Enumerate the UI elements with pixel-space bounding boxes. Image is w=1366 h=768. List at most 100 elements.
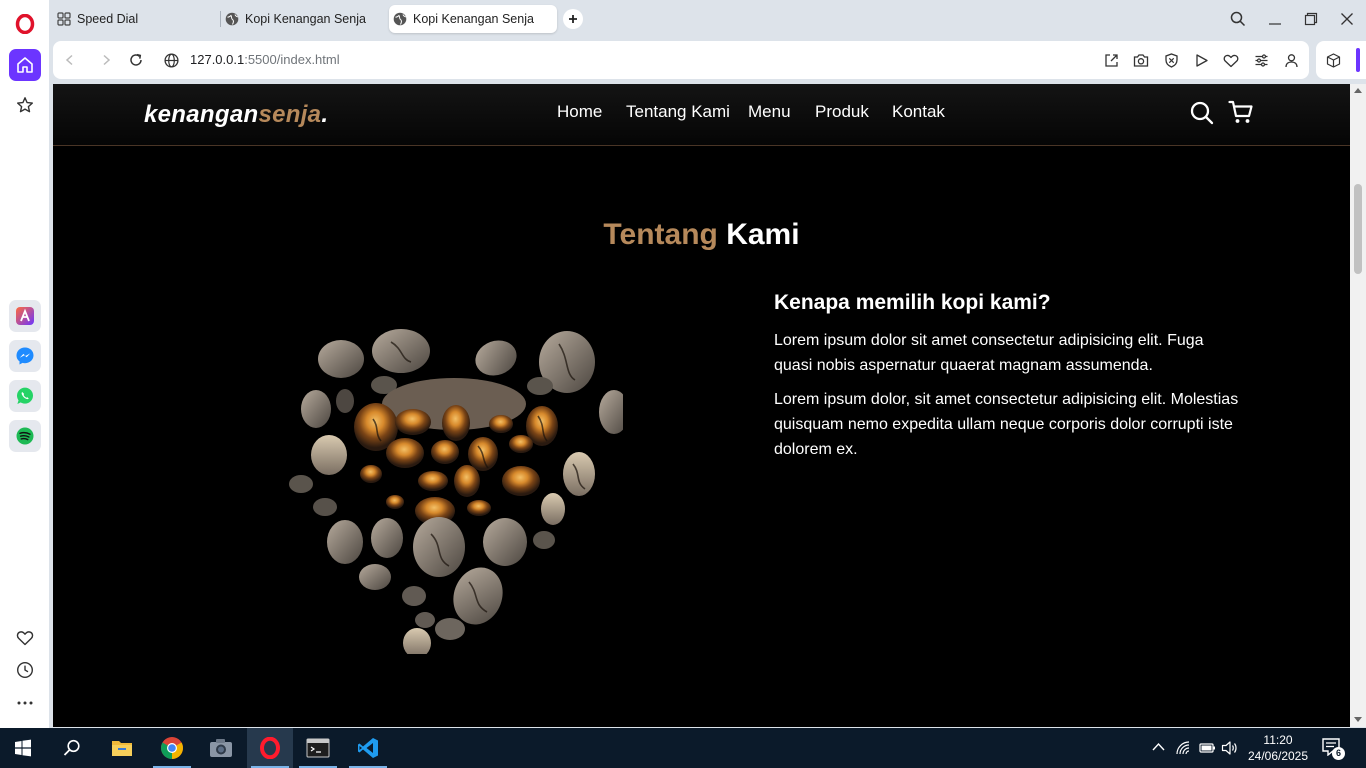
- shopping-cart-icon[interactable]: [1228, 99, 1254, 125]
- player-button[interactable]: [1192, 51, 1210, 69]
- heart-icon[interactable]: [9, 622, 41, 654]
- folder-icon: [112, 741, 132, 756]
- tab-kopi-2-active[interactable]: Kopi Kenangan Senja: [389, 5, 557, 33]
- restore-icon: [1304, 12, 1318, 26]
- share-button[interactable]: [1102, 51, 1120, 69]
- history-icon[interactable]: [9, 654, 41, 686]
- section-title: Tentang Kami: [53, 218, 1350, 252]
- plus-icon: [569, 15, 577, 23]
- address-toolbar: 127.0.0.1:5500/index.html: [53, 41, 1309, 79]
- tab-strip: Speed Dial Kopi Kenangan Senja Kopi Kena…: [49, 0, 1366, 40]
- chrome-icon: [161, 737, 183, 759]
- more-icon[interactable]: [9, 687, 41, 719]
- close-icon: [1341, 13, 1353, 25]
- opera-menu-icon[interactable]: [9, 8, 41, 40]
- chevron-up-icon[interactable]: [1152, 742, 1165, 751]
- taskbar-search-button[interactable]: [49, 728, 95, 768]
- tab-speed-dial[interactable]: Speed Dial: [57, 5, 217, 33]
- minimize-icon: [1269, 23, 1281, 25]
- tab-kopi-1[interactable]: Kopi Kenangan Senja: [225, 5, 385, 33]
- whatsapp-icon[interactable]: [9, 380, 41, 412]
- clock-date: 24/06/2025: [1247, 749, 1309, 763]
- taskbar-chrome[interactable]: [149, 728, 195, 768]
- tab-label: Speed Dial: [77, 12, 139, 26]
- title-rest: Kami: [717, 218, 800, 251]
- close-window-button[interactable]: [1335, 8, 1359, 30]
- taskbar-clock[interactable]: 11:20 24/06/2025: [1242, 732, 1314, 764]
- vscode-icon: [358, 738, 378, 758]
- globe-icon: [163, 52, 179, 68]
- windows-taskbar: 11:20 24/06/2025 6: [0, 728, 1366, 768]
- reload-icon: [130, 53, 142, 66]
- globe-icon: [225, 12, 239, 26]
- taskbar-terminal[interactable]: [295, 728, 341, 768]
- clock-time: 11:20: [1263, 733, 1293, 747]
- settings-sliders-icon: [1255, 53, 1267, 67]
- about-paragraph-2: Lorem ipsum dolor, sit amet consectetur …: [774, 391, 1239, 458]
- globe-icon: [393, 12, 407, 26]
- start-button[interactable]: [0, 728, 46, 768]
- tab-label: Kopi Kenangan Senja: [413, 12, 534, 26]
- profile-button[interactable]: [1282, 51, 1300, 69]
- battery-icon[interactable]: [1199, 741, 1216, 755]
- heart-icon: [1223, 54, 1239, 67]
- url-field[interactable]: 127.0.0.1:5500/index.html: [190, 52, 340, 67]
- new-tab-button[interactable]: [563, 9, 583, 29]
- easy-setup-button[interactable]: [1252, 51, 1270, 69]
- site-logo[interactable]: kenangansenja.: [144, 101, 328, 129]
- restore-button[interactable]: [1299, 8, 1323, 30]
- aria-icon[interactable]: [9, 300, 41, 332]
- scroll-down-icon[interactable]: [1354, 717, 1362, 723]
- cube-icon: [1326, 52, 1340, 68]
- scroll-thumb[interactable]: [1354, 184, 1362, 274]
- windows-logo-icon: [15, 739, 31, 757]
- bookmark-heart-button[interactable]: [1222, 51, 1240, 69]
- shield-icon: [1164, 52, 1178, 68]
- volume-icon[interactable]: [1221, 740, 1238, 756]
- spotify-icon[interactable]: [9, 420, 41, 452]
- url-host: 127.0.0.1: [190, 52, 245, 67]
- adblock-button[interactable]: [1162, 51, 1180, 69]
- back-button[interactable]: [61, 51, 79, 69]
- taskbar-camera[interactable]: [198, 728, 244, 768]
- nav-menu[interactable]: Menu: [748, 102, 791, 122]
- camera-icon: [1133, 53, 1149, 67]
- user-icon: [1284, 53, 1298, 67]
- page-scrollbar[interactable]: [1350, 84, 1366, 727]
- taskbar-opera[interactable]: [247, 728, 293, 768]
- messenger-icon[interactable]: [9, 340, 41, 372]
- snapshot-button[interactable]: [1132, 51, 1150, 69]
- extensions-button[interactable]: [1324, 51, 1342, 69]
- home-icon[interactable]: [9, 49, 41, 81]
- about-paragraph-1: Lorem ipsum dolor sit amet consectetur a…: [774, 332, 1204, 374]
- camera-icon: [210, 739, 232, 757]
- site-navbar: kenangansenja. Home Tentang Kami Menu Pr…: [53, 84, 1350, 146]
- search-tabs-button[interactable]: [1226, 8, 1250, 30]
- scroll-up-icon[interactable]: [1354, 87, 1362, 93]
- nav-kontak[interactable]: Kontak: [892, 102, 945, 122]
- nav-produk[interactable]: Produk: [815, 102, 869, 122]
- logo-main: kenangan: [144, 101, 259, 128]
- nav-tentang-kami[interactable]: Tentang Kami: [626, 102, 730, 122]
- taskbar-file-explorer[interactable]: [99, 728, 145, 768]
- network-icon[interactable]: [1175, 740, 1191, 756]
- notification-center-button[interactable]: 6: [1322, 738, 1346, 760]
- nav-home[interactable]: Home: [557, 102, 602, 122]
- play-icon: [1195, 53, 1208, 67]
- tab-label: Kopi Kenangan Senja: [245, 12, 366, 26]
- title-accent: Tentang: [603, 218, 718, 251]
- logo-accent: senja: [258, 101, 322, 128]
- site-info-button[interactable]: [162, 51, 180, 69]
- chevron-right-icon: [103, 54, 111, 66]
- search-icon[interactable]: [1189, 100, 1215, 126]
- taskbar-vscode[interactable]: [345, 728, 391, 768]
- chevron-left-icon: [65, 54, 73, 66]
- star-icon[interactable]: [9, 89, 41, 121]
- sidebar-toggle-indicator[interactable]: [1356, 48, 1360, 72]
- minimize-button[interactable]: [1263, 8, 1287, 30]
- speed-dial-icon: [57, 12, 71, 26]
- reload-button[interactable]: [127, 51, 145, 69]
- about-heading: Kenapa memilih kopi kami?: [774, 291, 1051, 314]
- forward-button[interactable]: [97, 51, 115, 69]
- terminal-icon: [306, 738, 330, 758]
